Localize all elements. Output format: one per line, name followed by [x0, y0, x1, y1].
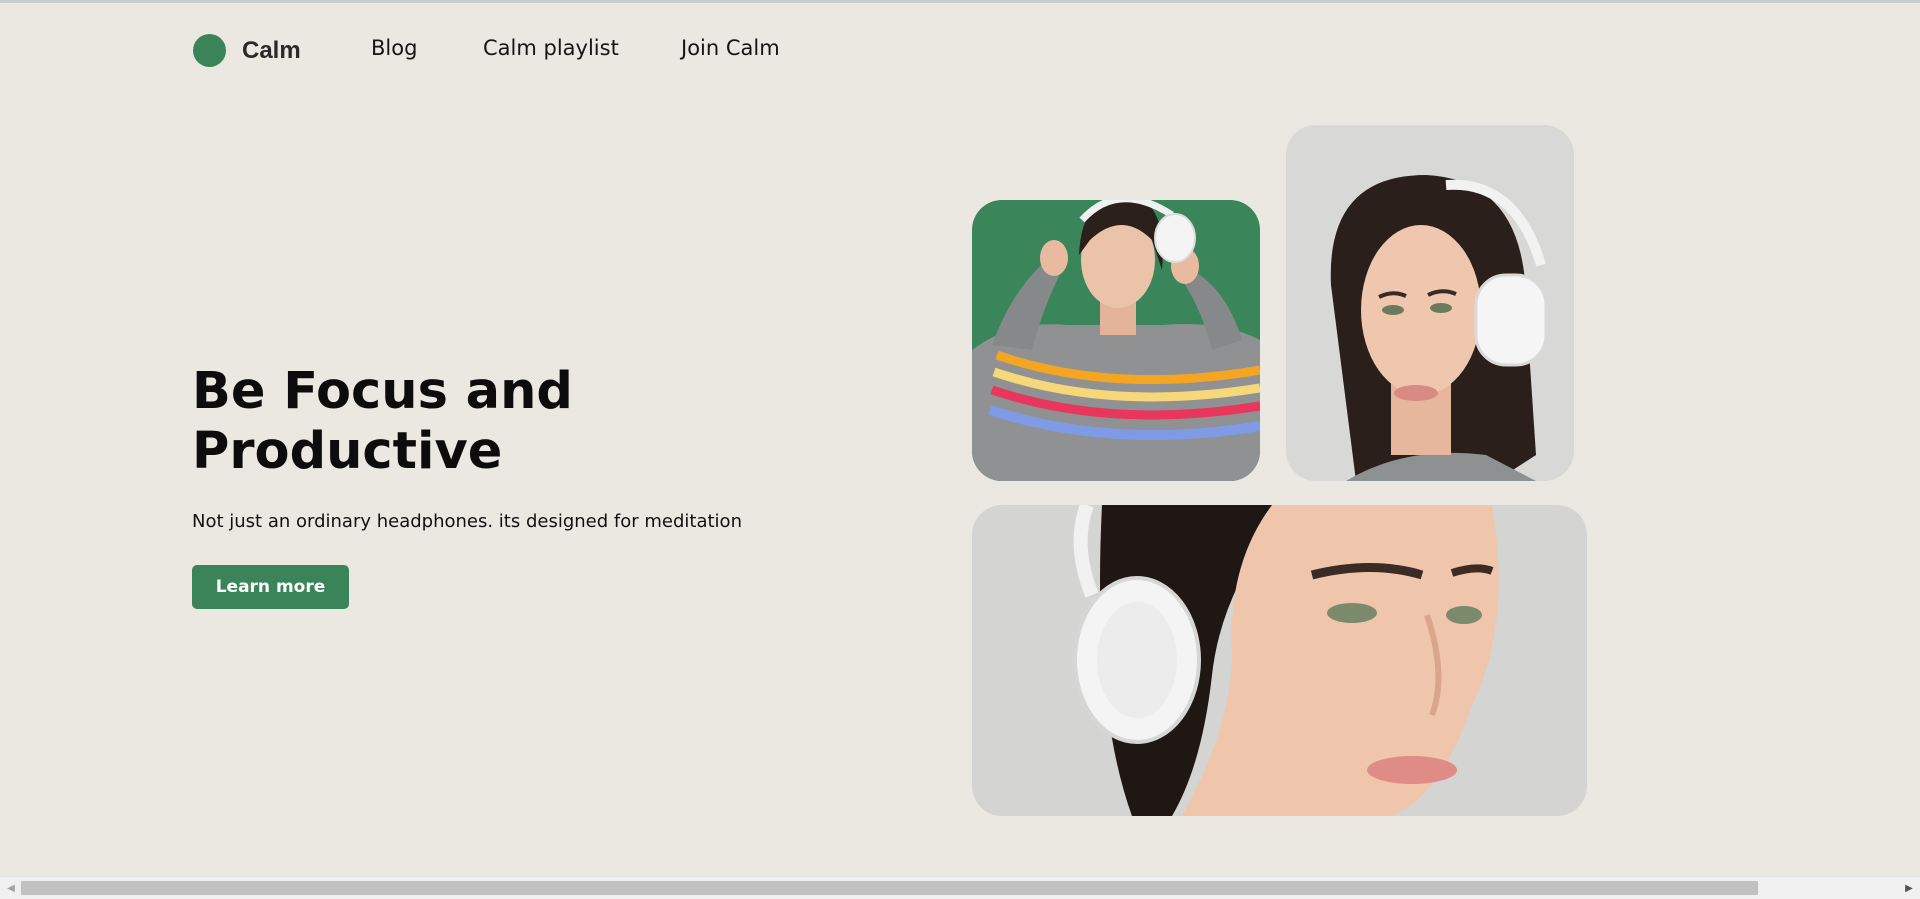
brand-name: Calm [242, 36, 301, 64]
woman-closeup-photo [972, 505, 1587, 816]
nav-link-blog[interactable]: Blog [371, 36, 417, 60]
brand-logo[interactable]: Calm [193, 34, 301, 67]
hero-title-line-1: Be Focus and [192, 362, 573, 421]
horizontal-scrollbar[interactable]: ◀ ▶ [0, 876, 1920, 899]
woman-green-backdrop-photo [972, 200, 1260, 481]
scroll-right-arrow-icon[interactable]: ▶ [1900, 877, 1918, 899]
photo-card-portrait [1286, 125, 1574, 481]
nav-link-calm-playlist[interactable]: Calm playlist [483, 36, 619, 60]
logo-circle-icon [193, 34, 226, 67]
nav-link-join-calm[interactable]: Join Calm [681, 36, 780, 60]
hero-title-line-2: Productive [192, 422, 503, 481]
woman-portrait-photo [1286, 125, 1574, 481]
hero-subtitle: Not just an ordinary headphones. its des… [192, 511, 742, 532]
photo-card-green [972, 200, 1260, 481]
window-top-border [0, 0, 1920, 3]
photo-card-closeup [972, 505, 1587, 816]
learn-more-button[interactable]: Learn more [192, 565, 349, 609]
scroll-left-arrow-icon[interactable]: ◀ [2, 877, 20, 899]
hero-title: Be Focus and Productive [192, 362, 792, 482]
scrollbar-thumb[interactable] [21, 881, 1758, 895]
